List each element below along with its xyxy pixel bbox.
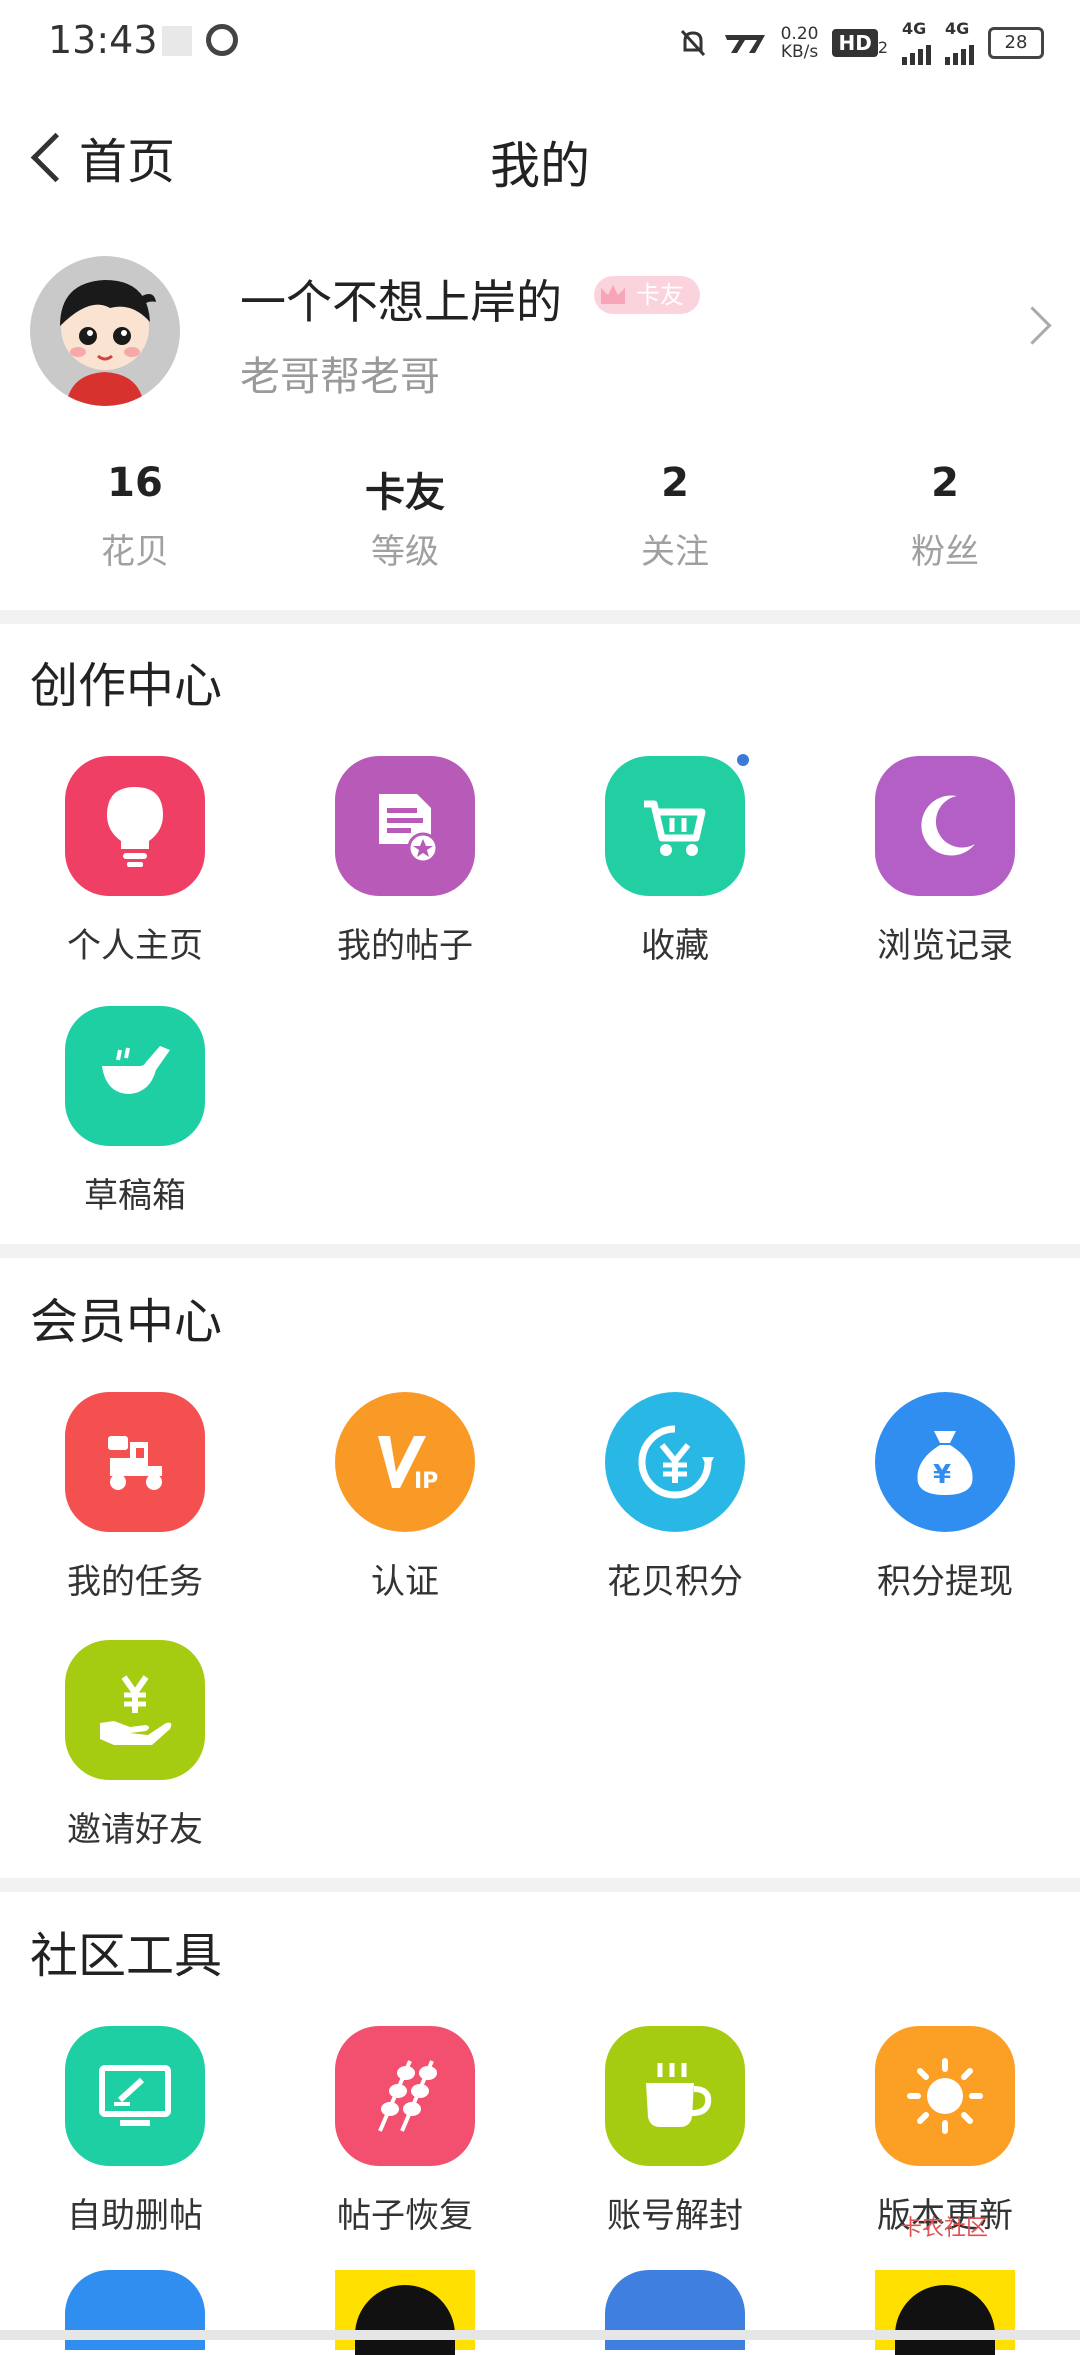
tile-label: 花贝积分	[607, 1562, 743, 1602]
skewer-icon	[335, 2026, 475, 2166]
section-divider	[0, 1244, 1080, 1258]
tile-label: 积分提现	[877, 1562, 1013, 1602]
stats-row: 16 花贝 卡友 等级 2 关注 2 粉丝	[0, 460, 1080, 590]
section-divider	[0, 1878, 1080, 1892]
tile-invite-friends[interactable]: 邀请好友	[0, 1640, 270, 1851]
notification-square-icon	[162, 26, 192, 56]
stat-following[interactable]: 2 关注	[540, 460, 810, 590]
battery-icon: 28	[988, 27, 1044, 59]
moon-icon	[875, 756, 1015, 896]
avatar[interactable]	[30, 256, 180, 406]
cartoon-avatar-icon	[60, 280, 156, 406]
money-bag-icon: ¥	[875, 1392, 1015, 1532]
monitor-pen-icon	[65, 2026, 205, 2166]
tile-label: 认证	[371, 1562, 439, 1602]
tile-huabei-points[interactable]: 花贝积分	[540, 1392, 810, 1603]
dot-icon	[737, 754, 749, 766]
pipe-icon	[65, 1006, 205, 1146]
home-indicator	[0, 2330, 1080, 2340]
tile-label: 我的任务	[67, 1562, 203, 1602]
tile-self-delete[interactable]: 自助删帖	[0, 2026, 270, 2237]
tile-verify[interactable]: IP 认证	[270, 1392, 540, 1603]
hand-yen-icon	[65, 1640, 205, 1780]
page-title: 我的	[490, 137, 590, 195]
tile-drafts[interactable]: 草稿箱	[0, 1006, 270, 1217]
sun-icon	[875, 2026, 1015, 2166]
level-badge: 卡友	[594, 276, 700, 314]
signal-icon: 4G	[902, 21, 931, 65]
yen-cycle-icon	[605, 1392, 745, 1532]
tile-my-tasks[interactable]: 我的任务	[0, 1392, 270, 1603]
chevron-right-icon	[1013, 306, 1052, 345]
network-speed: 0.20 KB/s	[780, 24, 819, 62]
tile-history[interactable]: 浏览记录	[810, 756, 1080, 967]
tile-label: 邀请好友	[67, 1810, 203, 1850]
tile-personal-homepage[interactable]: 个人主页	[0, 756, 270, 967]
tile-label: 收藏	[641, 926, 709, 966]
notification-off-icon	[680, 29, 705, 57]
tile-post-restore[interactable]: 帖子恢复	[270, 2026, 540, 2237]
tile-my-posts[interactable]: 我的帖子	[270, 756, 540, 967]
tile-account-unban[interactable]: 账号解封	[540, 2026, 810, 2237]
svg-text:IP: IP	[414, 1469, 438, 1494]
section-title-member: 会员中心	[30, 1294, 223, 1350]
document-icon	[335, 756, 475, 896]
aperture-icon	[206, 24, 238, 56]
vip-icon: IP	[335, 1392, 475, 1532]
hd-icon: HD 2	[832, 29, 888, 57]
stat-followers[interactable]: 2 粉丝	[810, 460, 1080, 590]
tile-label: 草稿箱	[84, 1176, 186, 1216]
tile-favorites[interactable]: 收藏	[540, 754, 810, 967]
stat-huabei[interactable]: 16 花贝	[0, 460, 270, 590]
tile-points-withdraw[interactable]: ¥ 积分提现	[810, 1392, 1080, 1603]
tile-label: 帖子恢复	[337, 2196, 473, 2236]
profile-card[interactable]: 一个不想上岸的 卡友 老哥帮老哥	[0, 250, 1080, 410]
crown-icon	[601, 285, 625, 304]
status-right-group: 0.20 KB/s HD 2 4G 4G 28	[679, 20, 1044, 66]
section-divider	[0, 610, 1080, 624]
scooter-icon	[65, 1392, 205, 1532]
nav-bar: 首页 我的	[0, 100, 1080, 212]
tile-version-update[interactable]: 版本更新	[810, 2026, 1080, 2237]
tile-label: 我的帖子	[337, 926, 473, 966]
cup-icon	[605, 2026, 745, 2166]
section-title-tools: 社区工具	[30, 1928, 223, 1984]
tile-label: 账号解封	[607, 2196, 743, 2236]
watermark: 卡农社区	[900, 2216, 989, 2241]
status-time: 13:43	[48, 18, 158, 62]
cart-icon	[605, 754, 749, 896]
tile-label: 自助删帖	[67, 2196, 203, 2236]
tile-label: 个人主页	[67, 926, 203, 966]
section-title-creation: 创作中心	[30, 658, 223, 714]
signal-icon: 4G	[945, 21, 974, 65]
lightbulb-icon	[65, 756, 205, 896]
stat-level[interactable]: 卡友 等级	[270, 460, 540, 590]
tile-label: 浏览记录	[877, 926, 1013, 966]
user-subtitle: 老哥帮老哥	[240, 354, 440, 400]
svg-text:¥: ¥	[933, 1460, 951, 1490]
status-bar: 13:43 0.20 KB/s HD 2 4G 4G 28	[0, 0, 1080, 84]
nfc-icon	[724, 35, 765, 53]
username: 一个不想上岸的	[240, 275, 562, 329]
